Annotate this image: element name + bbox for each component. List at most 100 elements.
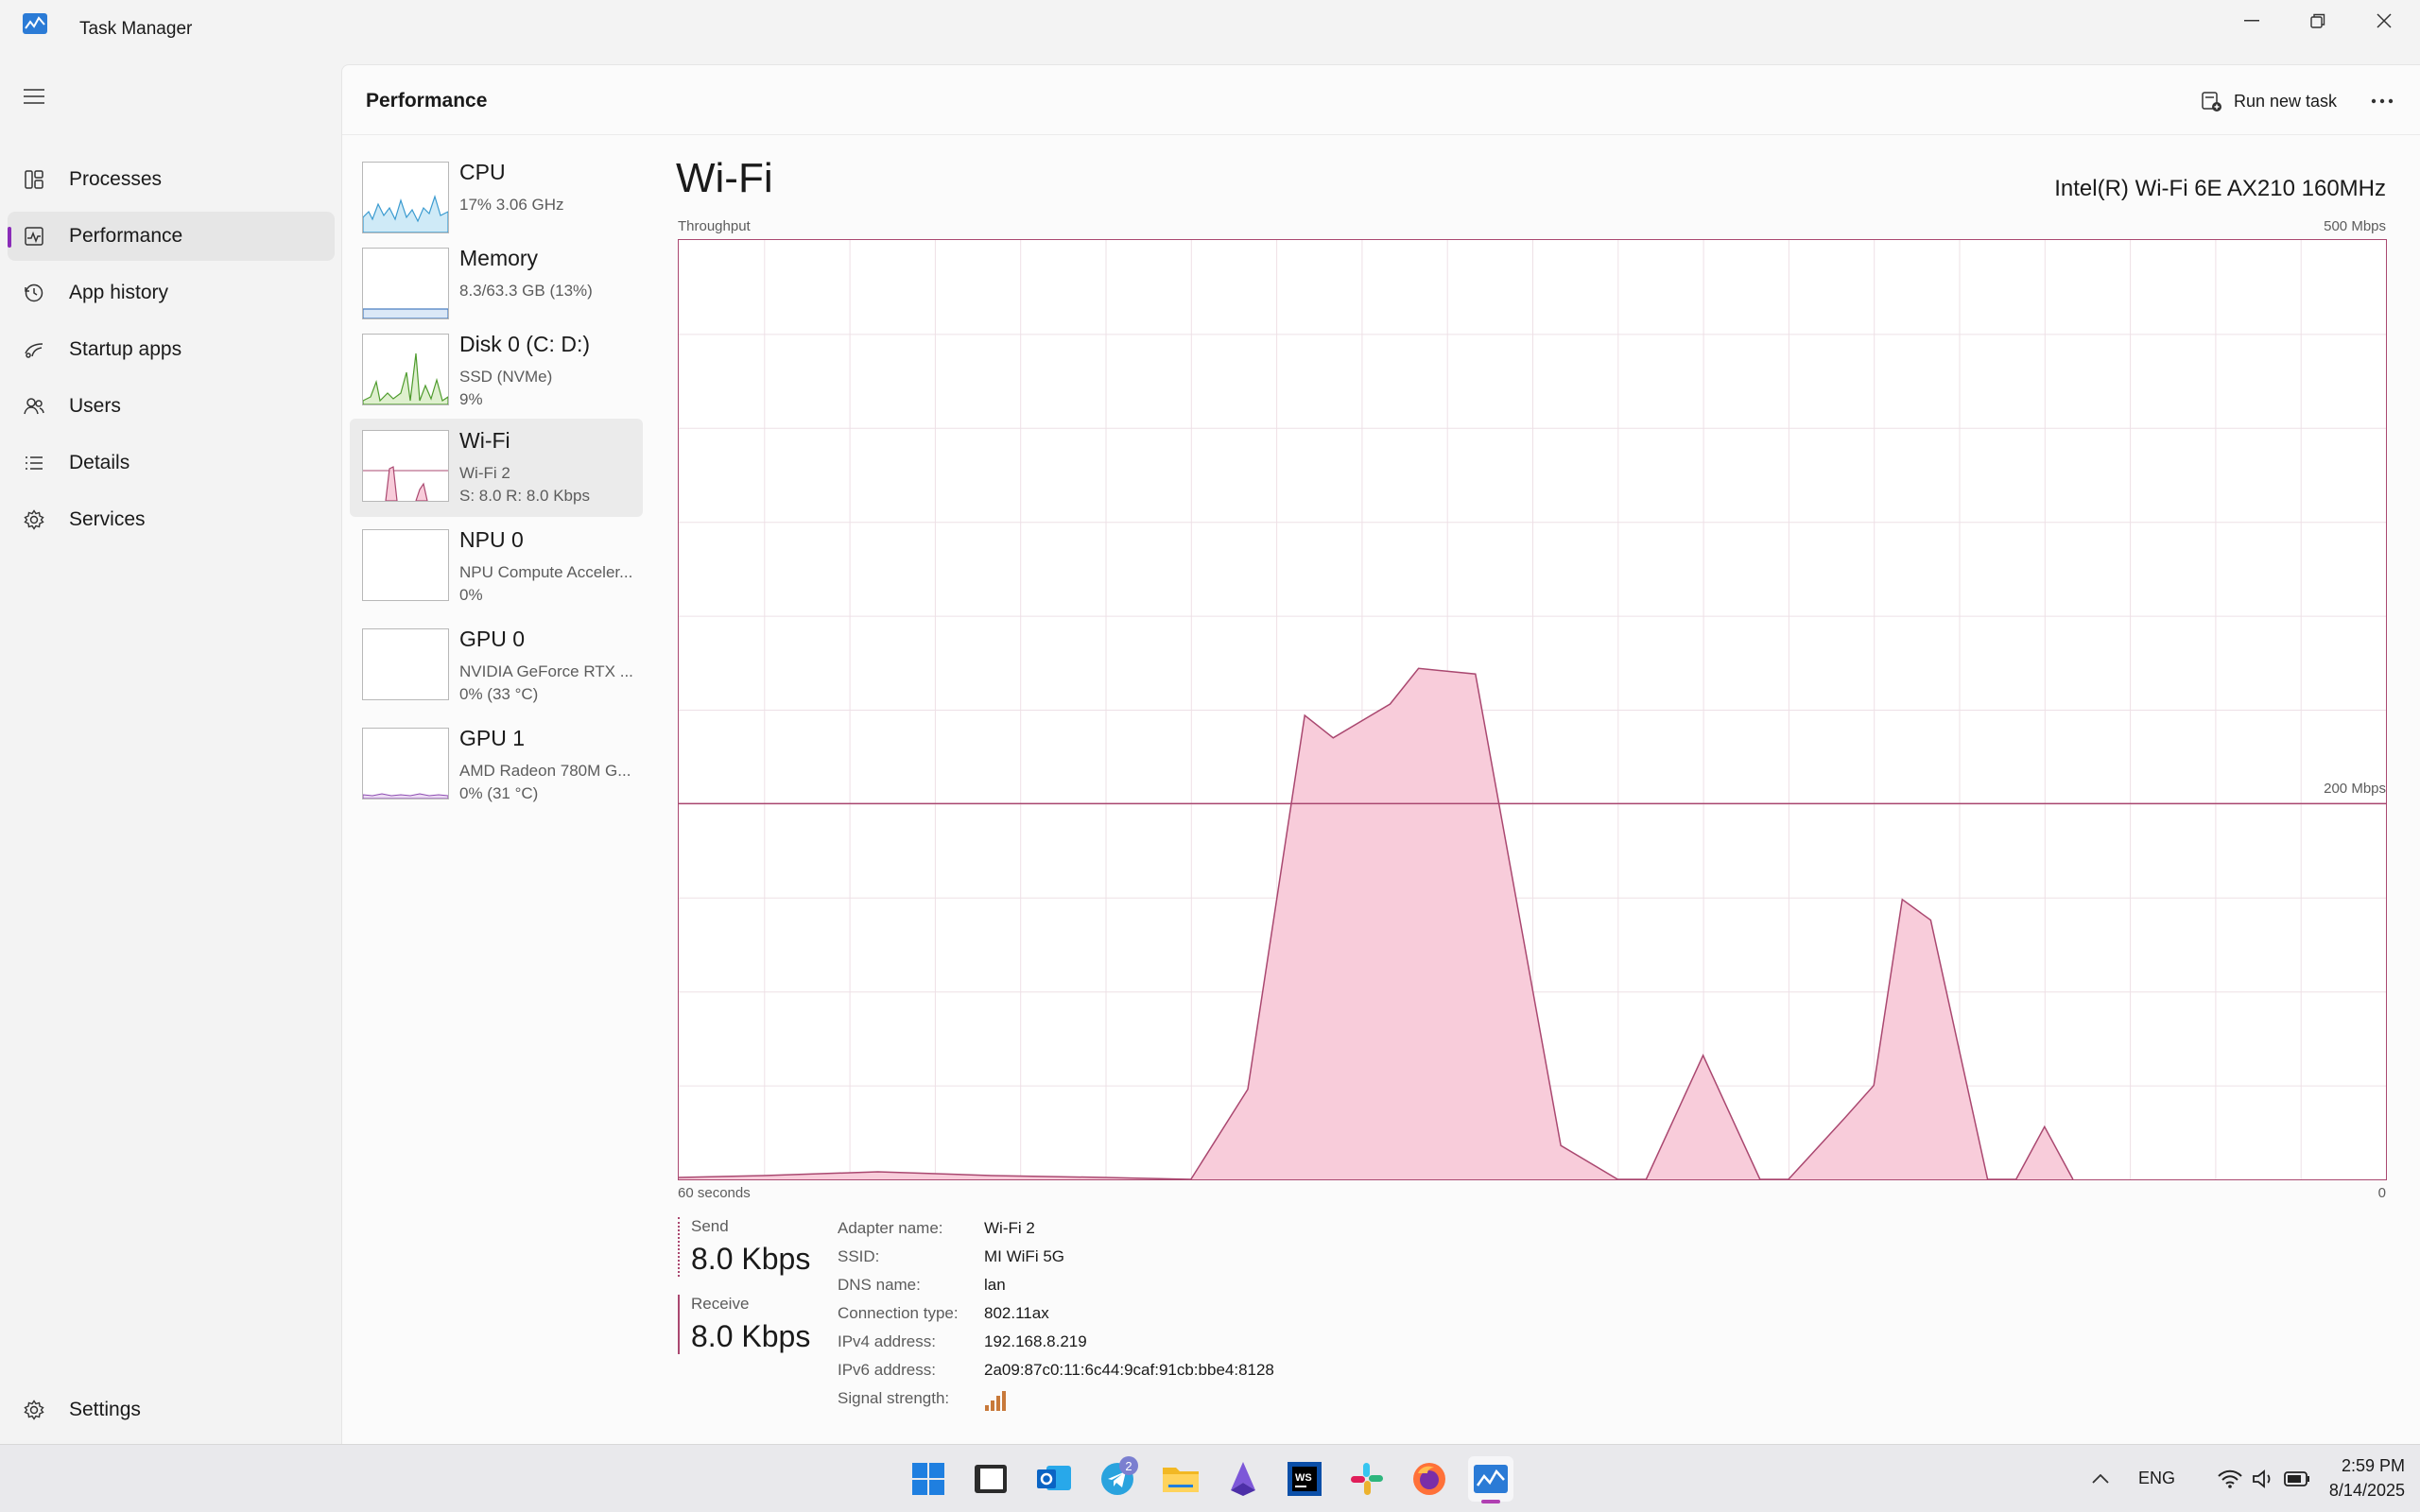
device-gpu-1[interactable]: GPU 1 AMD Radeon 780M G... 0% (31 °C) [350, 716, 643, 815]
device-name: Disk 0 (C: D:) [459, 332, 590, 356]
property-value: lan [984, 1276, 1006, 1294]
property-value: 2a09:87c0:11:6c44:9caf:91cb:bbe4:8128 [984, 1361, 1274, 1379]
gpu0-thumbnail [362, 628, 449, 700]
minimize-button[interactable] [2220, 0, 2284, 42]
taskbar-file-explorer[interactable] [1158, 1456, 1203, 1502]
device-detail: 0% [459, 586, 483, 604]
property-key: Connection type: [838, 1304, 959, 1322]
device-disk[interactable]: Disk 0 (C: D:) SSD (NVMe) 9% [350, 322, 643, 421]
property-key: IPv6 address: [838, 1361, 936, 1379]
webstorm-icon: WS [1288, 1462, 1322, 1496]
property-key: Adapter name: [838, 1219, 943, 1237]
taskbar-webstorm[interactable]: WS [1282, 1456, 1327, 1502]
terminal-icon [975, 1465, 1007, 1493]
close-button[interactable] [2352, 0, 2416, 42]
taskbar-task-manager[interactable] [1468, 1456, 1513, 1503]
property-row: Signal strength: [838, 1389, 1274, 1418]
slack-icon [1351, 1463, 1383, 1495]
taskbar-firefox[interactable] [1407, 1456, 1452, 1502]
show-hidden-icons-button[interactable] [2080, 1456, 2121, 1502]
taskbar-outlook[interactable] [1031, 1456, 1077, 1502]
time-axis-left-label: 60 seconds [678, 1185, 751, 1201]
nav-app-history[interactable]: App history [8, 268, 335, 318]
send-value: 8.0 Kbps [691, 1242, 811, 1276]
chevron-up-icon [2092, 1474, 2109, 1484]
nav-label: Startup apps [69, 338, 182, 360]
device-cpu[interactable]: CPU 17% 3.06 GHz [350, 150, 643, 249]
scale-line-label: 200 Mbps [2324, 781, 2386, 797]
property-key: SSID: [838, 1247, 880, 1265]
cpu-thumbnail [362, 162, 449, 233]
taskbar-slack[interactable] [1344, 1456, 1390, 1502]
nav-startup-apps[interactable]: Startup apps [8, 325, 335, 374]
nav-label: App history [69, 282, 169, 303]
nav-processes[interactable]: Processes [8, 155, 335, 204]
restore-icon [2310, 13, 2325, 28]
npu-thumbnail [362, 529, 449, 601]
device-gpu-0[interactable]: GPU 0 NVIDIA GeForce RTX ... 0% (33 °C) [350, 617, 643, 715]
nav-label: Users [69, 395, 121, 417]
device-detail: NPU Compute Acceler... [459, 563, 633, 581]
nav-performance[interactable]: Performance [8, 212, 335, 261]
device-detail: 8.3/63.3 GB (13%) [459, 282, 593, 300]
nav-users[interactable]: Users [8, 382, 335, 431]
nav-settings[interactable]: Settings [8, 1385, 335, 1435]
receive-stat: Receive 8.0 Kbps [678, 1295, 810, 1354]
adapter-properties: Adapter name: Wi-Fi 2 SSID: MI WiFi 5G DNS… [838, 1219, 1274, 1418]
receive-value: 8.0 Kbps [691, 1319, 811, 1353]
start-button[interactable] [906, 1456, 951, 1502]
wifi-thumbnail [362, 430, 449, 502]
adapter-name: Intel(R) Wi-Fi 6E AX210 160MHz [2054, 176, 2386, 201]
send-stat: Send 8.0 Kbps [678, 1217, 810, 1277]
more-icon [2371, 98, 2394, 104]
taskbar-telegram[interactable]: 2 [1095, 1456, 1140, 1502]
device-detail: 0% (33 °C) [459, 685, 539, 703]
active-app-indicator [1481, 1500, 1500, 1503]
device-detail: SSD (NVMe) [459, 368, 553, 386]
restore-button[interactable] [2286, 0, 2350, 42]
property-row: IPv4 address: 192.168.8.219 [838, 1332, 1274, 1361]
clock-time[interactable]: 2:59 PM [2342, 1456, 2405, 1476]
users-icon [24, 398, 44, 415]
throughput-label: Throughput [678, 218, 751, 234]
startup-apps-icon [25, 343, 43, 358]
run-task-label: Run new task [2234, 91, 2338, 111]
property-row: SSID: MI WiFi 5G [838, 1247, 1274, 1276]
quick-settings-button[interactable] [2193, 1456, 2335, 1502]
run-new-task-button[interactable]: Run new task [2190, 82, 2346, 120]
throughput-area [679, 668, 2073, 1179]
app-history-icon [25, 284, 43, 302]
settings-icon [24, 1400, 44, 1420]
notification-badge: 2 [1119, 1456, 1138, 1475]
device-name: CPU [459, 160, 506, 184]
property-row: Connection type: 802.11ax [838, 1304, 1274, 1332]
task-manager-icon [1474, 1465, 1508, 1493]
device-wifi[interactable]: Wi-Fi Wi-Fi 2 S: 8.0 R: 8.0 Kbps [350, 419, 643, 517]
nav-details[interactable]: Details [8, 438, 335, 488]
signal-strength-icon [985, 1391, 1006, 1411]
disk-thumbnail [362, 334, 449, 405]
taskbar-terminal[interactable] [968, 1456, 1013, 1502]
throughput-graph [678, 239, 2387, 1180]
minimize-icon [2244, 20, 2259, 22]
input-language[interactable]: ENG [2138, 1469, 2175, 1488]
outlook-icon [1037, 1466, 1071, 1490]
more-options-button[interactable] [2361, 82, 2403, 120]
file-explorer-icon [1163, 1468, 1199, 1492]
taskbar-app[interactable] [1220, 1456, 1266, 1502]
property-row: DNS name: lan [838, 1276, 1274, 1304]
nav-services[interactable]: Services [8, 495, 335, 544]
device-name: GPU 1 [459, 726, 526, 750]
taskbar: 2 WS ENG 2:59 PM 8/14/2025 [0, 1444, 2420, 1512]
selection-indicator [8, 227, 11, 248]
max-scale-label: 500 Mbps [2324, 218, 2386, 234]
device-memory[interactable]: Memory 8.3/63.3 GB (13%) [350, 236, 643, 335]
device-name: NPU 0 [459, 527, 524, 552]
menu-toggle-button[interactable] [19, 81, 49, 112]
nav-label: Settings [69, 1399, 141, 1420]
device-name: Wi-Fi [459, 428, 510, 453]
property-row: Adapter name: Wi-Fi 2 [838, 1219, 1274, 1247]
page-title: Performance [366, 90, 488, 112]
device-npu[interactable]: NPU 0 NPU Compute Acceler... 0% [350, 518, 643, 616]
clock-date[interactable]: 8/14/2025 [2329, 1481, 2405, 1501]
